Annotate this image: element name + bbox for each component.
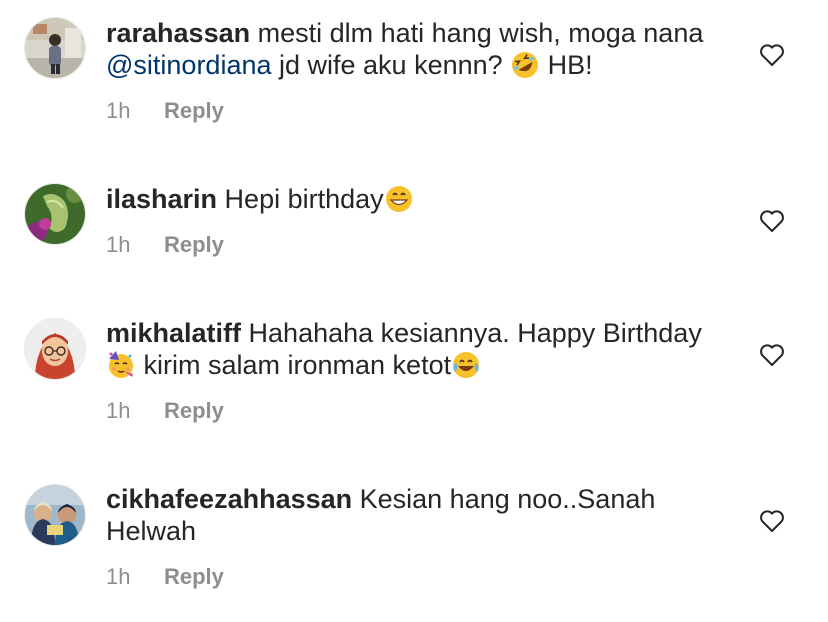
reply-button[interactable]: Reply: [164, 398, 224, 423]
comment-username[interactable]: mikhalatiff: [106, 318, 241, 348]
comment-meta: 1h Reply: [106, 98, 224, 124]
comment-username[interactable]: rarahassan: [106, 18, 250, 48]
comment-username[interactable]: cikhafeezahhassan: [106, 484, 352, 514]
comment-body: ilasharin Hepi birthday: [106, 183, 726, 215]
face-with-tears-of-joy-emoji-icon: [451, 350, 481, 380]
reply-button[interactable]: Reply: [164, 232, 224, 257]
comment-text: HB!: [540, 50, 593, 80]
comment-meta: 1h Reply: [106, 232, 224, 258]
comment-username[interactable]: ilasharin: [106, 184, 217, 214]
mention-link[interactable]: @sitinordiana: [106, 50, 272, 80]
avatar[interactable]: [24, 318, 86, 380]
comment-text: kirim salam ironman ketot: [136, 350, 452, 380]
partying-face-emoji-icon: [106, 350, 136, 380]
reply-button[interactable]: Reply: [164, 564, 224, 589]
comment-time: 1h: [106, 564, 131, 589]
comment-text: mesti dlm hati hang wish, moga nana: [250, 18, 704, 48]
comment-body: cikhafeezahhassan Kesian hang noo..Sanah…: [106, 483, 726, 547]
grinning-face-emoji-icon: [384, 184, 414, 214]
comment-time: 1h: [106, 232, 131, 257]
comment-text: Hahahaha kesiannya. Happy Birthday: [241, 318, 702, 348]
like-heart-icon[interactable]: [759, 343, 785, 367]
rolling-on-floor-laughing-emoji-icon: [510, 50, 540, 80]
comment-meta: 1h Reply: [106, 398, 224, 424]
comment-text: Hepi birthday: [217, 184, 384, 214]
like-heart-icon[interactable]: [759, 509, 785, 533]
avatar[interactable]: [24, 17, 86, 79]
comment-time: 1h: [106, 98, 131, 123]
comment-body: mikhalatiff Hahahaha kesiannya. Happy Bi…: [106, 317, 726, 381]
comment-meta: 1h Reply: [106, 564, 224, 590]
avatar[interactable]: [24, 484, 86, 546]
like-heart-icon[interactable]: [759, 209, 785, 233]
comment-body: rarahassan mesti dlm hati hang wish, mog…: [106, 17, 726, 81]
comment-time: 1h: [106, 398, 131, 423]
like-heart-icon[interactable]: [759, 43, 785, 67]
avatar[interactable]: [24, 183, 86, 245]
comment-text: jd wife aku kennn?: [271, 50, 511, 80]
reply-button[interactable]: Reply: [164, 98, 224, 123]
